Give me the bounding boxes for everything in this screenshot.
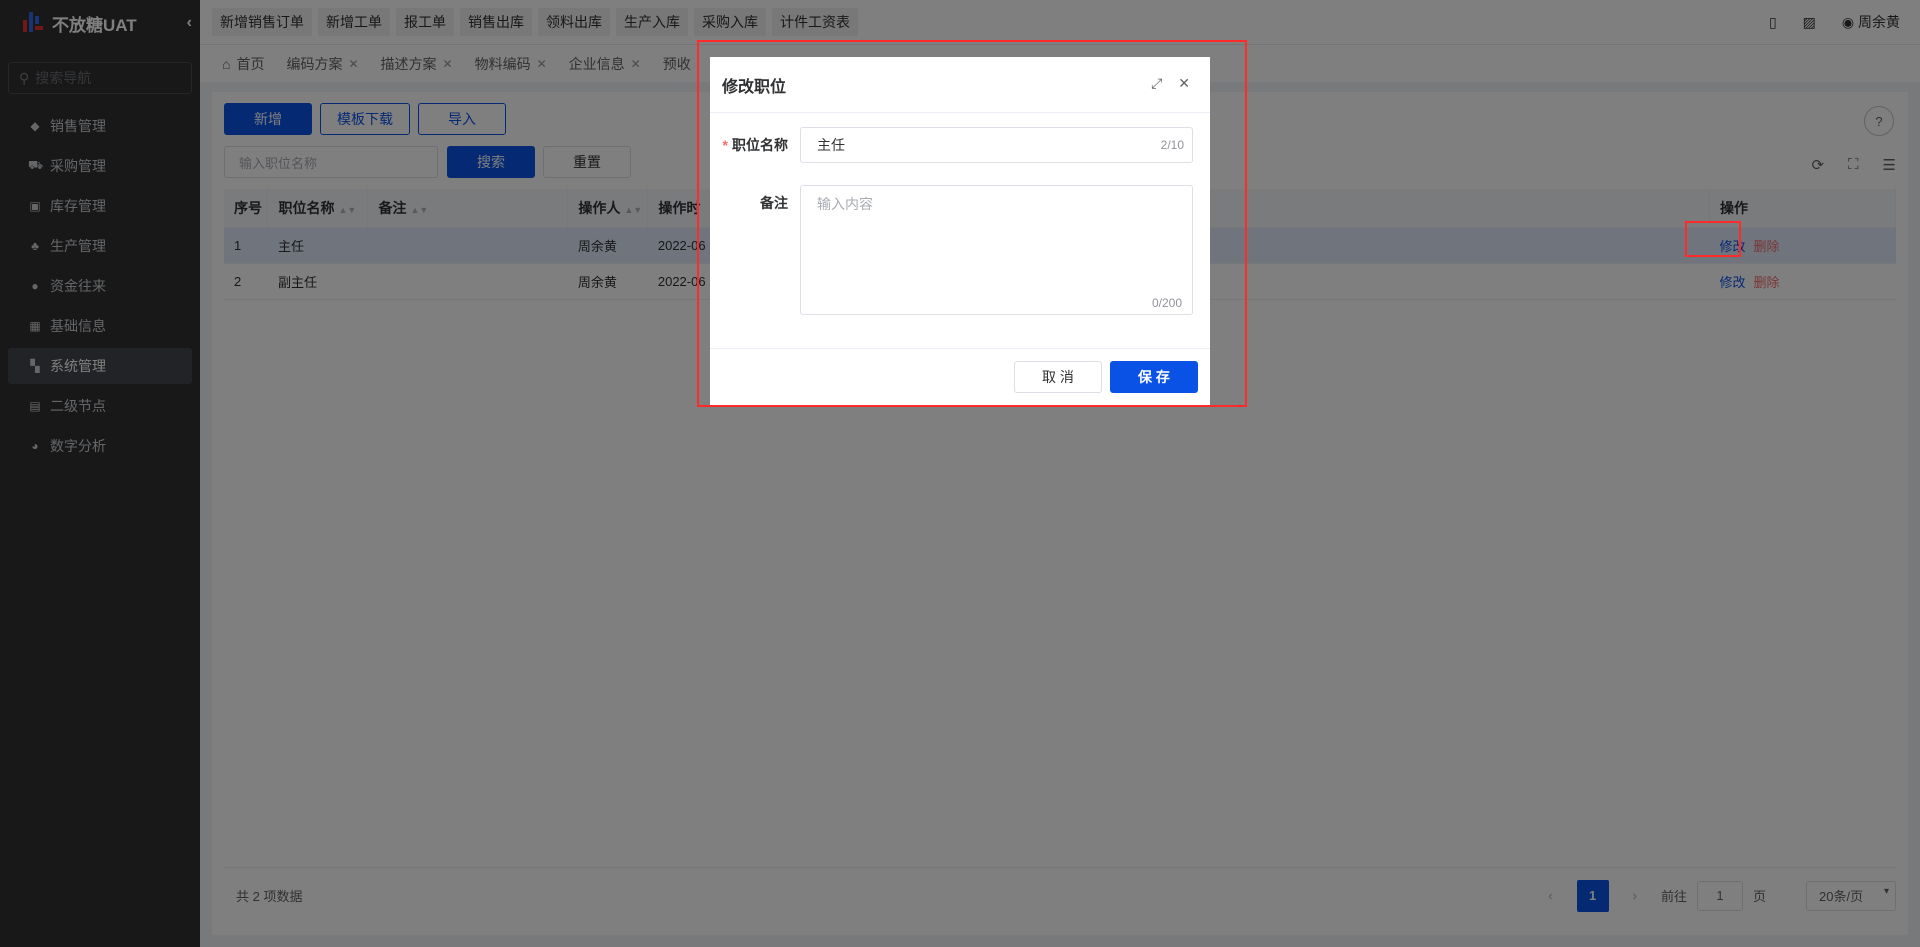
annotation-box-edit-link bbox=[1685, 221, 1741, 257]
annotation-box-dialog bbox=[697, 40, 1247, 407]
